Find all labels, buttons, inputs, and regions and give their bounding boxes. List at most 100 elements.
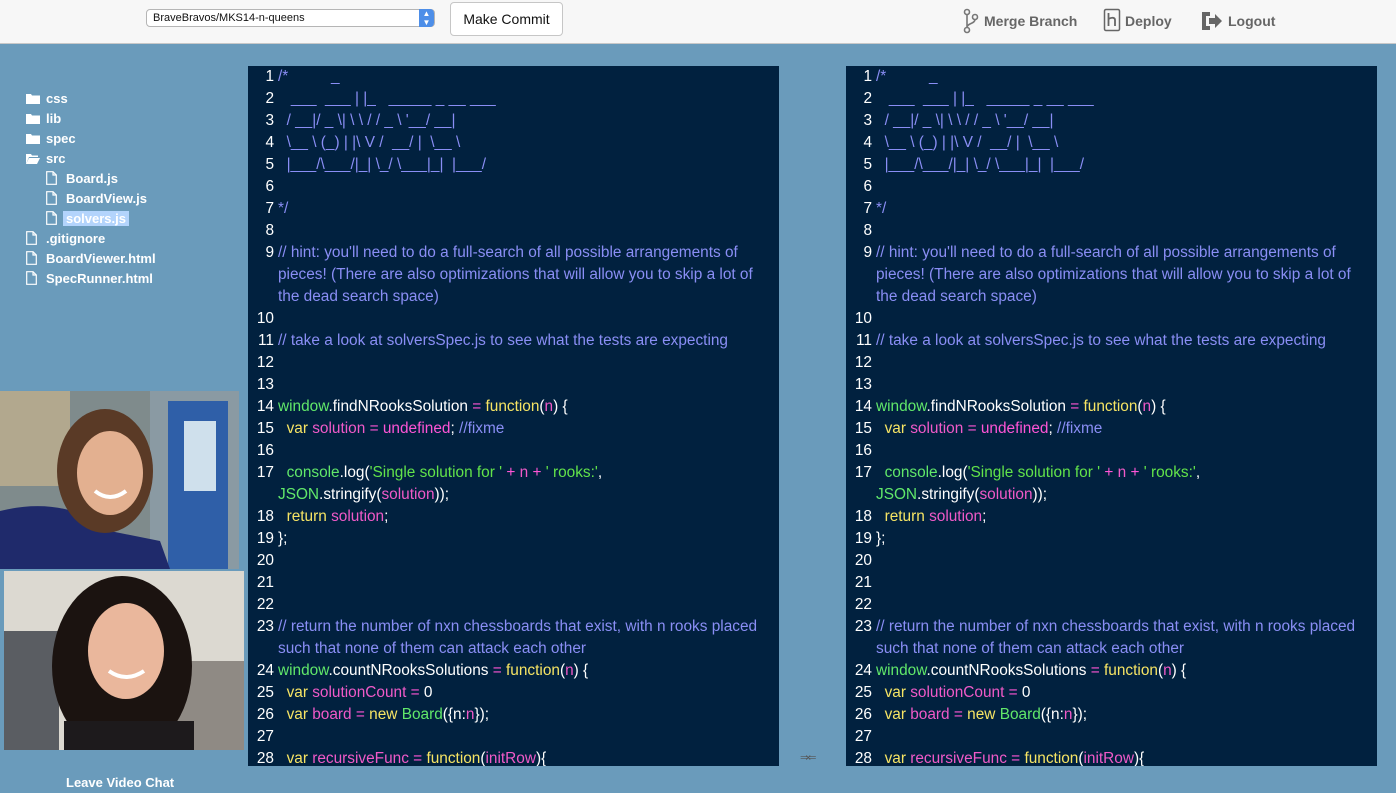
code-line[interactable]: 21 (846, 572, 1377, 594)
code-text: / __|/ _ \| \ \ / / _ \ '__/ __| (876, 110, 1377, 132)
file-tree-item[interactable]: solvers.js (26, 208, 246, 228)
file-tree-item[interactable]: BoardView.js (26, 188, 246, 208)
code-line[interactable]: 22 (248, 594, 779, 616)
code-token: |___/\___/|_| \_/ \___|_| |___/ (278, 156, 486, 173)
code-text: // take a look at solversSpec.js to see … (876, 330, 1377, 352)
code-line[interactable]: 12 (248, 352, 779, 374)
file-tree-item[interactable]: SpecRunner.html (26, 268, 246, 288)
code-token: var (884, 684, 906, 701)
code-line[interactable]: 3 / __|/ _ \| \ \ / / _ \ '__/ __| (248, 110, 779, 132)
line-number: 20 (854, 552, 872, 569)
code-line[interactable]: 19}; (248, 528, 779, 550)
code-line[interactable]: 18 return solution; (846, 506, 1377, 528)
code-token: new (967, 706, 996, 723)
code-line[interactable]: 2 ___ ___ | |_ _____ _ __ ___ (846, 88, 1377, 110)
code-line[interactable]: 28 var recursiveFunc = function(initRow)… (846, 748, 1377, 766)
code-line[interactable]: 24 window.countNRooksSolutions = function… (248, 660, 779, 682)
code-line[interactable]: 8 (248, 220, 779, 242)
code-line[interactable]: 9// hint: you'll need to do a full-searc… (846, 242, 1377, 308)
file-tree-item[interactable]: .gitignore (26, 228, 246, 248)
code-editor-remote[interactable]: 1/* _ 2 ___ ___ | |_ _____ _ __ ___ 3 / __… (846, 66, 1377, 766)
line-number: 3 (863, 112, 872, 129)
code-line[interactable]: 12 (846, 352, 1377, 374)
code-line[interactable]: 18 return solution; (248, 506, 779, 528)
code-line[interactable]: 1/* _ (248, 66, 779, 88)
code-line[interactable]: 23// return the number of nxn chessboard… (248, 616, 779, 660)
code-line[interactable]: 8 (846, 220, 1377, 242)
code-line[interactable]: 20 (248, 550, 779, 572)
code-token: function (1104, 662, 1158, 679)
code-line[interactable]: 10 (248, 308, 779, 330)
code-line[interactable]: 26 var board = new Board({n:n}); (248, 704, 779, 726)
code-line[interactable]: 14 window.findNRooksSolution = function(n… (846, 396, 1377, 418)
line-number: 2 (863, 90, 872, 107)
code-line[interactable]: 1/* _ (846, 66, 1377, 88)
code-line[interactable]: 17 console.log('Single solution for ' + … (248, 462, 779, 506)
code-token: ) { (1171, 662, 1187, 679)
logout-button[interactable]: Logout (1200, 4, 1275, 38)
code-line[interactable]: 27 (846, 726, 1377, 748)
code-line[interactable]: 5 |___/\___/|_| \_/ \___|_| |___/ (248, 154, 779, 176)
code-line[interactable]: 20 (846, 550, 1377, 572)
code-line[interactable]: 6 (846, 176, 1377, 198)
code-line[interactable]: 4 \__ \ (_) | |\ V / __/ | \__ \ (846, 132, 1377, 154)
code-line[interactable]: 17 console.log('Single solution for ' + … (846, 462, 1377, 506)
make-commit-button[interactable]: Make Commit (450, 2, 563, 36)
code-line[interactable]: 13 (248, 374, 779, 396)
code-line[interactable]: 9// hint: you'll need to do a full-searc… (248, 242, 779, 308)
code-token: var (286, 684, 308, 701)
code-line[interactable]: 25 var solutionCount = 0 (846, 682, 1377, 704)
code-line[interactable]: 13 (846, 374, 1377, 396)
code-line[interactable]: 16 (248, 440, 779, 462)
file-tree-item[interactable]: spec (26, 128, 246, 148)
code-line[interactable]: 27 (248, 726, 779, 748)
code-editor-local[interactable]: 1/* _ 2 ___ ___ | |_ _____ _ __ ___ 3 / __… (248, 66, 779, 766)
code-line[interactable]: 26 var board = new Board({n:n}); (846, 704, 1377, 726)
code-text: return solution; (876, 506, 1377, 528)
code-line[interactable]: 25 var solutionCount = 0 (248, 682, 779, 704)
code-line[interactable]: 6 (248, 176, 779, 198)
code-line[interactable]: 15 var solution = undefined; //fixme (248, 418, 779, 440)
repo-branch-select[interactable]: BraveBravos/MKS14-n-queens ▲ ▼ (146, 9, 435, 27)
code-line[interactable]: 22 (846, 594, 1377, 616)
swap-arrows-icon[interactable]: ⇒⇐ (800, 751, 817, 764)
deploy-label: Deploy (1125, 13, 1172, 29)
code-line[interactable]: 24 window.countNRooksSolutions = function… (846, 660, 1377, 682)
branch-icon (963, 8, 979, 34)
file-tree-item[interactable]: BoardViewer.html (26, 248, 246, 268)
code-line[interactable]: 5 |___/\___/|_| \_/ \___|_| |___/ (846, 154, 1377, 176)
code-line[interactable]: 7 */ (846, 198, 1377, 220)
code-line[interactable]: 2 ___ ___ | |_ _____ _ __ ___ (248, 88, 779, 110)
deploy-button[interactable]: Deploy (1103, 4, 1172, 38)
code-line[interactable]: 28 var recursiveFunc = function(initRow)… (248, 748, 779, 766)
code-token: */ (278, 200, 289, 217)
code-line[interactable]: 19}; (846, 528, 1377, 550)
code-line[interactable]: 16 (846, 440, 1377, 462)
file-tree-item[interactable]: Board.js (26, 168, 246, 188)
code-token: // return the number of nxn chessboards … (876, 618, 1360, 657)
code-line[interactable]: 4 \__ \ (_) | |\ V / __/ | \__ \ (248, 132, 779, 154)
code-line[interactable]: 11// take a look at solversSpec.js to se… (846, 330, 1377, 352)
file-tree-item[interactable]: lib (26, 108, 246, 128)
code-line[interactable]: 7 */ (248, 198, 779, 220)
code-line[interactable]: 23// return the number of nxn chessboard… (846, 616, 1377, 660)
leave-video-chat-link[interactable]: Leave Video Chat (66, 775, 174, 790)
code-line[interactable]: 10 (846, 308, 1377, 330)
code-line[interactable]: 3 / __|/ _ \| \ \ / / _ \ '__/ __| (846, 110, 1377, 132)
code-line[interactable]: 21 (248, 572, 779, 594)
line-number: 18 (854, 508, 872, 525)
code-line[interactable]: 14 window.findNRooksSolution = function(n… (248, 396, 779, 418)
line-number: 5 (265, 156, 274, 173)
code-token: Board (999, 706, 1041, 723)
code-line[interactable]: 15 var solution = undefined; //fixme (846, 418, 1377, 440)
merge-branch-button[interactable]: Merge Branch (962, 4, 1077, 38)
file-tree-item[interactable]: src (26, 148, 246, 168)
file-tree-item[interactable]: css (26, 88, 246, 108)
line-number: 28 (256, 750, 274, 766)
code-line[interactable]: 11// take a look at solversSpec.js to se… (248, 330, 779, 352)
code-token: |___/\___/|_| \_/ \___|_| |___/ (876, 156, 1084, 173)
line-number: 26 (256, 706, 274, 723)
